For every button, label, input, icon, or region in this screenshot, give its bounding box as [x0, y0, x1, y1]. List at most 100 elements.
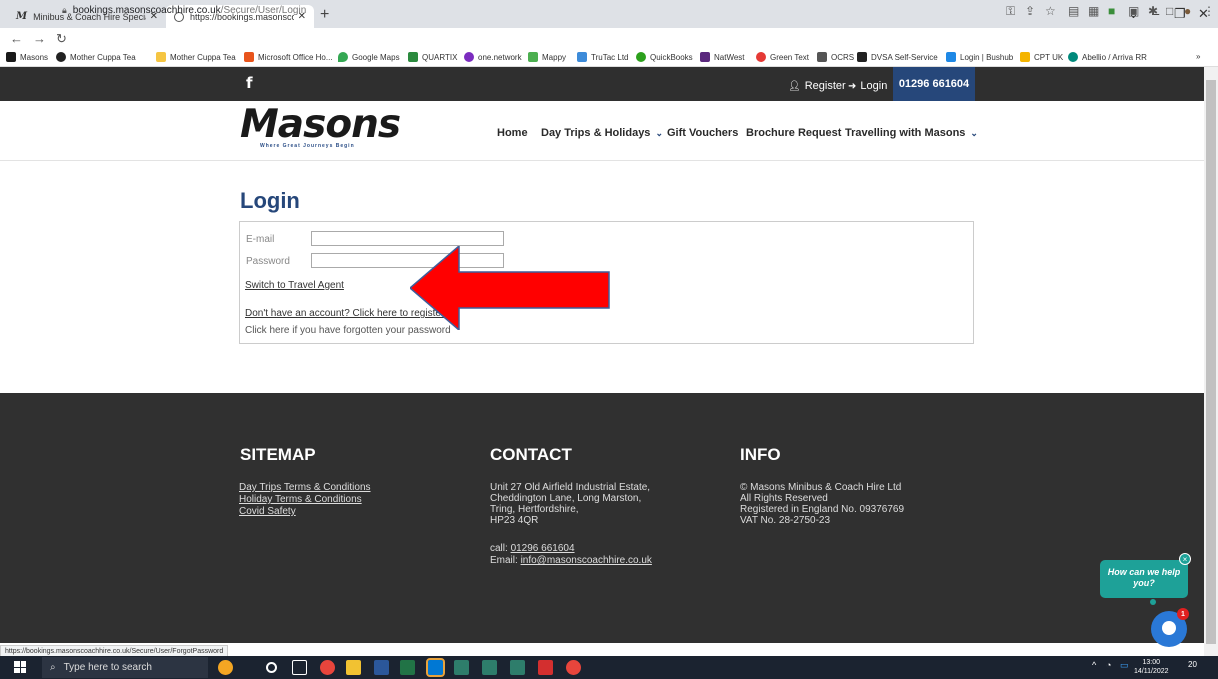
switch-travel-agent-link[interactable]: Switch to Travel Agent — [245, 280, 344, 291]
bookmark-label: QUARTIX — [422, 52, 458, 62]
site-footer — [0, 393, 1204, 643]
info-line: VAT No. 28-2750-23 — [740, 515, 831, 526]
facebook-icon[interactable]: f — [246, 74, 253, 92]
bookmark[interactable]: Masons — [6, 52, 48, 62]
bookmark[interactable]: QuickBooks — [636, 52, 693, 62]
address-bar[interactable]: 🔒︎ bookings.masonscoachhire.co.uk/Secure… — [62, 2, 1072, 19]
bookmark[interactable]: QUARTIX — [408, 52, 457, 62]
covid-safety-link[interactable]: Covid Safety — [239, 506, 296, 517]
taskbar-search-box[interactable]: ⌕ Type here to search — [42, 657, 208, 678]
tray-chevron-icon[interactable]: ^ — [1092, 660, 1096, 670]
chat-prompt-bubble[interactable]: How can we help you? — [1100, 560, 1188, 598]
bookmark[interactable]: Microsoft Office Ho... — [244, 52, 333, 62]
chrome-icon[interactable] — [320, 660, 335, 675]
file-explorer-icon[interactable] — [346, 660, 361, 675]
call-prefix: call: — [490, 543, 511, 554]
lock-icon[interactable]: 🔒︎ — [62, 5, 67, 16]
chrome-active-icon[interactable] — [566, 660, 581, 675]
holiday-terms-link[interactable]: Holiday Terms & Conditions — [239, 494, 362, 505]
cortana-icon[interactable] — [266, 662, 277, 673]
scrollbar-thumb[interactable] — [1206, 80, 1216, 644]
phone-number-button[interactable]: 01296 661604 — [893, 67, 975, 101]
bookmark-label: QuickBooks — [650, 52, 693, 62]
login-label: Login — [860, 80, 888, 92]
task-view-icon[interactable] — [292, 660, 307, 675]
quartix-icon — [408, 52, 418, 62]
nav-home[interactable]: Home — [497, 127, 528, 139]
bookmark[interactable]: CPT UK — [1020, 52, 1063, 62]
nav-travelling-with-masons[interactable]: Travelling with Masons ⌄ — [845, 127, 978, 139]
sidepanel-icon[interactable]: □ — [1166, 4, 1173, 18]
chat-close-icon[interactable]: × — [1179, 553, 1191, 565]
bookmark-label: Abellio / Arriva RR — [1082, 52, 1147, 62]
quickbooks-icon — [636, 52, 646, 62]
nav-day-trips[interactable]: Day Trips & Holidays ⌄ — [541, 127, 663, 139]
footer-email-link[interactable]: info@masonscoachhire.co.uk — [521, 555, 652, 566]
outlook-icon[interactable] — [426, 658, 445, 677]
key-icon[interactable]: ⚿ — [1006, 4, 1015, 19]
back-icon[interactable]: ← — [10, 31, 23, 46]
forward-icon[interactable]: → — [33, 31, 46, 46]
nav-label: Travelling with Masons — [845, 127, 966, 139]
bookmark-label: CPT UK — [1034, 52, 1064, 62]
reload-icon[interactable]: ↻ — [56, 31, 67, 47]
site-logo[interactable]: Masons — [240, 105, 401, 145]
network-icon[interactable]: ▭ — [1120, 660, 1129, 671]
bookmark[interactable]: Login | Bushub — [946, 52, 1013, 62]
acrobat-icon[interactable] — [538, 660, 553, 675]
bookmark[interactable]: Mother Cuppa Tea — [56, 52, 136, 62]
url-path: /Secure/User/Login — [220, 5, 307, 16]
bookmark-label: OCRS — [831, 52, 855, 62]
bookmarks-overflow-icon[interactable]: » — [1196, 52, 1200, 61]
bookmark[interactable]: Green Text — [756, 52, 809, 62]
trutac-icon — [577, 52, 587, 62]
address-line: Tring, Hertfordshire, — [490, 504, 579, 515]
weather-icon[interactable] — [218, 660, 233, 675]
excel-icon[interactable] — [400, 660, 415, 675]
day-trips-terms-link[interactable]: Day Trips Terms & Conditions — [239, 482, 371, 493]
puzzle-icon[interactable]: ✱ — [1148, 4, 1158, 18]
bookmark[interactable]: TruTac Ltd — [577, 52, 629, 62]
clock-date: 14/11/2022 — [1134, 668, 1169, 675]
share-icon[interactable]: ⇪ — [1025, 4, 1035, 18]
nav-gift-vouchers[interactable]: Gift Vouchers — [667, 127, 738, 139]
windows-start-icon[interactable] — [14, 661, 26, 673]
bookmark[interactable]: one.network — [464, 52, 522, 62]
profile-avatar-icon[interactable]: ● — [1184, 4, 1191, 18]
bookmark[interactable]: Mother Cuppa Tea — [156, 52, 236, 62]
extension-icon[interactable]: ■ — [1108, 4, 1115, 18]
menu-icon[interactable]: ⋮ — [1203, 4, 1215, 18]
bookmark[interactable]: Mappy — [528, 52, 566, 62]
notifications-badge[interactable]: 20 — [1188, 660, 1197, 669]
register-link[interactable]: 👤︎ Register — [788, 80, 846, 92]
maps-pin-icon — [338, 52, 348, 62]
clock-time: 13:00 — [1142, 659, 1161, 666]
star-icon[interactable]: ☆ — [1045, 4, 1056, 18]
bookmark[interactable]: NatWest — [700, 52, 745, 62]
email-label: E-mail — [246, 234, 275, 245]
app-icon[interactable] — [510, 660, 525, 675]
bookmark[interactable]: DVSA Self-Service — [857, 52, 938, 62]
bookmark-label: TruTac Ltd — [591, 52, 629, 62]
bookmark[interactable]: Abellio / Arriva RR — [1068, 52, 1147, 62]
footer-phone-link[interactable]: 01296 661604 — [511, 543, 575, 554]
bookmark[interactable]: OCRS — [817, 52, 854, 62]
info-heading: INFO — [740, 445, 781, 464]
login-link[interactable]: ➜ Login — [848, 80, 887, 92]
office-icon — [244, 52, 254, 62]
taskbar-clock[interactable]: 13:00 14/11/2022 — [1134, 658, 1169, 676]
bushub-icon — [946, 52, 956, 62]
extension-icon[interactable]: ▦ — [1088, 4, 1099, 18]
app-icon[interactable] — [482, 660, 497, 675]
email-field[interactable] — [311, 231, 504, 246]
tray-app-icon[interactable]: ◔ — [1106, 660, 1111, 670]
bookmark-label: Masons — [20, 52, 49, 62]
nav-brochure-request[interactable]: Brochure Request — [746, 127, 841, 139]
extension-icon[interactable]: ▤ — [1068, 4, 1079, 18]
bookmark[interactable]: Google Maps — [338, 52, 400, 62]
password-label: Password — [246, 256, 290, 267]
word-icon[interactable] — [374, 660, 389, 675]
bookmark-label: Green Text — [770, 52, 809, 62]
extension-icon[interactable]: ▣ — [1128, 4, 1139, 18]
app-icon[interactable] — [454, 660, 469, 675]
